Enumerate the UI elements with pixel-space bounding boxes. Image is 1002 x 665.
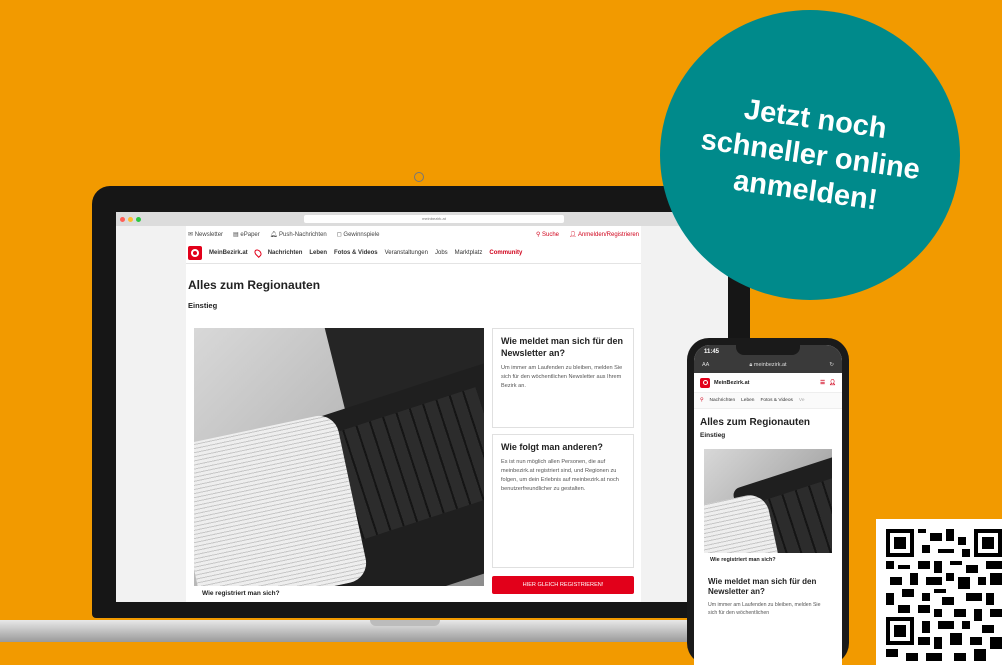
phone-address-bar[interactable]: AA 🔒︎ meinbezirk.at ↻ — [694, 359, 842, 373]
follow-card-heading: Wie folgt man anderen? — [501, 442, 603, 452]
lock-icon: 🔒︎ — [749, 362, 753, 368]
newsletter-card-text: Um immer am Laufenden zu bleiben, melden… — [501, 365, 623, 389]
user-icon[interactable]: 👤︎ — [829, 380, 836, 386]
photo-caption[interactable]: Wie registriert man sich? — [194, 586, 484, 602]
gewinnspiele-link[interactable]: ◻ Gewinnspiele — [337, 231, 380, 238]
promo-badge-text: Jetzt noch schneller online anmelden! — [693, 86, 927, 224]
epaper-link[interactable]: ▤ ePaper — [233, 231, 260, 238]
phone-page-title: Alles zum Regionauten — [700, 417, 811, 428]
phone-time: 11:45 — [704, 349, 720, 355]
section-title: Einstieg — [188, 301, 218, 310]
menu-icon[interactable]: ☰ — [820, 380, 825, 386]
qr-code-icon — [886, 529, 1002, 661]
phone-card-text: Um immer am Laufenden zu bleiben, melden… — [708, 602, 821, 616]
nav-marktplatz[interactable]: Marktplatz — [455, 250, 483, 256]
phone-nav-leben[interactable]: Leben — [741, 398, 754, 403]
nav-veranstaltungen[interactable]: Veranstaltungen — [385, 250, 428, 256]
phone-section-title: Einstieg — [700, 432, 726, 439]
phone-article-photo[interactable]: Wie registriert man sich? — [704, 449, 832, 567]
epaper-label: ePaper — [240, 231, 260, 238]
phone-nav-fotos-videos[interactable]: Fotos & Videos — [760, 398, 792, 403]
page-title: Alles zum Regionauten — [188, 278, 321, 292]
laptop-notch — [370, 620, 440, 626]
phone-logo-icon[interactable] — [700, 377, 710, 388]
phone-nav-more[interactable]: Ve — [799, 398, 805, 403]
browser-address-bar[interactable]: meinbezirk.at — [304, 215, 564, 223]
nav-leben[interactable]: Leben — [309, 250, 327, 256]
laptop-camera — [414, 172, 424, 182]
phone-logo-text[interactable]: MeinBezirk.at — [714, 380, 749, 386]
phone-notch — [736, 345, 800, 355]
top-utility-bar: ✉ Newsletter ▤ ePaper 🔔︎ Push-Nachrichte… — [186, 226, 641, 242]
phone-card-heading: Wie meldet man sich für den Newsletter a… — [708, 577, 817, 596]
close-window-button[interactable] — [120, 216, 125, 222]
newsletter-card[interactable]: Wie meldet man sich für den Newsletter a… — [492, 328, 634, 428]
minimize-window-button[interactable] — [128, 216, 133, 222]
follow-card-text: Es ist nun möglich allen Personen, die a… — [501, 459, 619, 492]
text-size-button[interactable]: AA — [702, 359, 709, 371]
page-content: ✉ Newsletter ▤ ePaper 🔔︎ Push-Nachrichte… — [186, 226, 641, 602]
phone-screen: 11:45 AA 🔒︎ meinbezirk.at ↻ MeinBezirk.a… — [694, 345, 842, 665]
nav-fotos-videos[interactable]: Fotos & Videos — [334, 250, 378, 256]
article-photo[interactable]: Wie registriert man sich? — [194, 328, 484, 602]
web-page: ✉ Newsletter ▤ ePaper 🔔︎ Push-Nachrichte… — [116, 226, 728, 602]
search-link[interactable]: ⚲ Suche — [536, 231, 559, 238]
phone-url[interactable]: meinbezirk.at — [754, 362, 787, 368]
newsletter-card-heading: Wie meldet man sich für den Newsletter a… — [501, 336, 623, 358]
register-button[interactable]: HIER GLEICH REGISTRIEREN! — [492, 576, 634, 594]
phone-nav: ⚲ Nachrichten Leben Fotos & Videos Ve — [694, 393, 842, 409]
laptop-screen: meinbezirk.at ✉ Newsletter ▤ ePaper 🔔︎ P… — [116, 212, 728, 602]
phone-location-pin-icon[interactable]: ⚲ — [700, 398, 704, 403]
login-label: Anmelden/Registrieren — [577, 231, 639, 238]
nav-community[interactable]: Community — [489, 250, 522, 256]
qr-code[interactable] — [876, 519, 1002, 665]
push-link[interactable]: 🔔︎ Push-Nachrichten — [270, 231, 327, 238]
phone-site-header: MeinBezirk.at ☰ 👤︎ — [694, 373, 842, 393]
phone-photo-caption[interactable]: Wie registriert man sich? — [704, 553, 832, 567]
push-label: Push-Nachrichten — [279, 231, 327, 238]
newsletter-link[interactable]: ✉ Newsletter — [188, 231, 223, 238]
phone-nav-nachrichten[interactable]: Nachrichten — [710, 398, 736, 403]
location-pin-icon[interactable] — [252, 247, 263, 258]
newsletter-label: Newsletter — [194, 231, 224, 238]
reload-icon[interactable]: ↻ — [829, 359, 834, 371]
follow-card[interactable]: Wie folgt man anderen? Es ist nun möglic… — [492, 434, 634, 568]
login-link[interactable]: 👤︎ Anmelden/Registrieren — [569, 231, 639, 238]
search-label: Suche — [542, 231, 560, 238]
main-navigation: MeinBezirk.at Nachrichten Leben Fotos & … — [186, 242, 641, 264]
site-logo-text[interactable]: MeinBezirk.at — [209, 250, 248, 256]
browser-toolbar: meinbezirk.at — [116, 212, 728, 226]
nav-nachrichten[interactable]: Nachrichten — [268, 250, 303, 256]
gewinnspiele-label: Gewinnspiele — [343, 231, 380, 238]
meinbezirk-logo-icon[interactable] — [188, 245, 202, 260]
maximize-window-button[interactable] — [136, 216, 141, 222]
laptop-base — [0, 620, 770, 642]
nav-jobs[interactable]: Jobs — [435, 250, 448, 256]
promo-badge: Jetzt noch schneller online anmelden! — [660, 10, 960, 300]
